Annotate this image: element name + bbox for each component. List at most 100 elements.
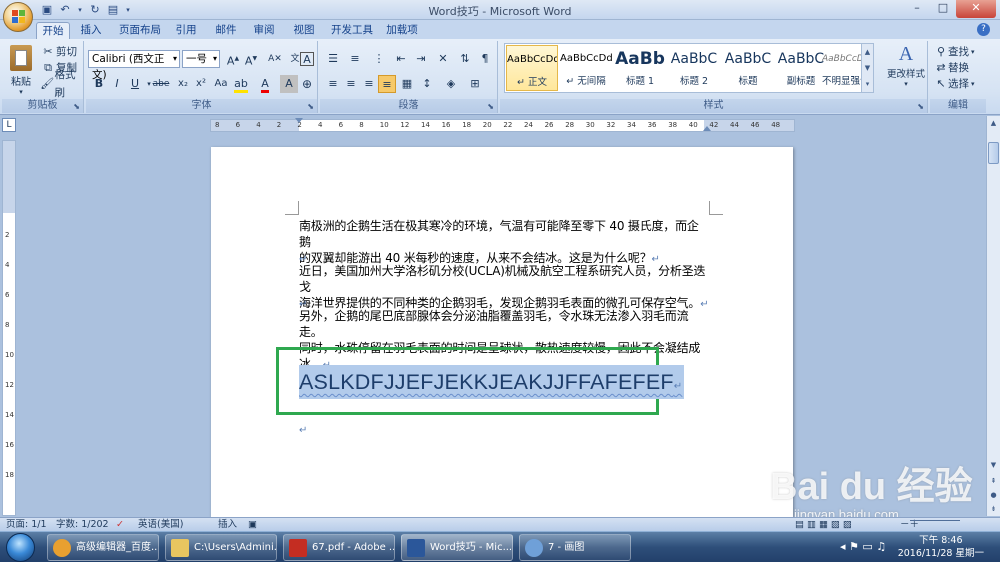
vertical-scrollbar[interactable]: ▲ ▼ ⇞ ● ⇟: [986, 116, 1000, 516]
paragraph-group-label: 段落: [320, 99, 497, 113]
zoom-slider[interactable]: －＋: [900, 519, 960, 531]
numbering-icon[interactable]: ≡: [346, 50, 364, 68]
tab-mailings[interactable]: 邮件: [212, 22, 240, 39]
chinese-layout-icon[interactable]: ✕: [434, 50, 452, 68]
style-title[interactable]: AaBbC 标题: [722, 45, 774, 91]
tab-review[interactable]: 审阅: [250, 22, 278, 39]
help-icon[interactable]: ?: [977, 23, 990, 36]
horizontal-ruler[interactable]: 8 6 4 2 2 4 6 8 10 12 14 16 18 20 22 24 26 28 30 32 34 36 38 40…: [210, 118, 795, 132]
superscript-button[interactable]: x²: [192, 75, 210, 93]
tab-view[interactable]: 视图: [290, 22, 318, 39]
tab-stop-selector[interactable]: L: [2, 118, 16, 132]
tab-insert[interactable]: 插入: [76, 22, 106, 39]
tab-developer[interactable]: 开发工具: [328, 22, 376, 39]
dialog-launcher-icon[interactable]: ⬊: [487, 102, 494, 111]
indent-marker[interactable]: [295, 118, 303, 123]
style-normal[interactable]: AaBbCcDd ↵ 正文: [506, 45, 558, 91]
close-button[interactable]: ✕: [956, 0, 996, 18]
font-color-icon[interactable]: A: [256, 75, 274, 93]
prev-page-icon[interactable]: ⇞: [987, 474, 1000, 488]
minimize-button[interactable]: –: [904, 0, 930, 18]
align-center-icon[interactable]: ≡: [342, 75, 360, 93]
right-indent-marker[interactable]: [703, 126, 711, 131]
tab-home[interactable]: 开始: [36, 22, 70, 39]
folder-icon: [171, 539, 189, 557]
decrease-indent-icon[interactable]: ⇤: [392, 50, 410, 68]
select-button[interactable]: ↖ 选择 ▾: [934, 75, 974, 93]
dialog-launcher-icon[interactable]: ⬊: [917, 102, 924, 111]
select-browse-object-icon[interactable]: ●: [987, 488, 1000, 502]
change-styles-button[interactable]: A 更改样式 ▾: [884, 43, 928, 88]
scroll-up-icon[interactable]: ▲: [987, 116, 1000, 130]
taskbar-item[interactable]: 7 - 画图: [519, 534, 631, 561]
tab-page-layout[interactable]: 页面布局: [116, 22, 164, 39]
justify-icon[interactable]: ≡: [378, 75, 396, 93]
enclose-char-icon[interactable]: ⊕: [298, 75, 316, 93]
grow-font-icon[interactable]: A▲: [224, 50, 242, 68]
font-name-select[interactable]: Calibri (西文正文) ▾: [88, 50, 180, 81]
strikethrough-button[interactable]: abe: [150, 75, 172, 93]
proofing-icon[interactable]: ✓: [116, 519, 124, 531]
format-painter-button[interactable]: 🖌 格式刷: [40, 69, 83, 99]
multilevel-list-icon[interactable]: ⋮: [370, 50, 388, 68]
view-buttons[interactable]: ▤▥▦▧▨: [795, 519, 855, 531]
tray-icons[interactable]: ◂ ⚑ ▭ ♫: [840, 540, 886, 553]
taskbar-item[interactable]: Word技巧 - Mic...: [401, 534, 513, 561]
document-page[interactable]: 南极洲的企鹅生活在极其寒冷的环境，气温有可能降至零下 40 摄氏度，而企鹅 的双…: [211, 147, 793, 517]
increase-indent-icon[interactable]: ⇥: [412, 50, 430, 68]
shrink-font-icon[interactable]: A▼: [242, 50, 260, 68]
taskbar-item[interactable]: 67.pdf - Adobe ...: [283, 534, 395, 561]
style-subtle-emphasis[interactable]: AaBbCcDd 不明显强调: [822, 45, 862, 91]
office-button[interactable]: [3, 2, 33, 32]
style-subtitle[interactable]: AaBbC 副标题: [775, 45, 827, 91]
sort-icon[interactable]: ⇅: [456, 50, 474, 68]
dialog-launcher-icon[interactable]: ⬊: [73, 102, 80, 111]
taskbar-item[interactable]: 高级编辑器_百度...: [47, 534, 159, 561]
binoculars-icon: ⚲: [936, 45, 946, 58]
scroll-down-icon[interactable]: ▼: [987, 458, 1000, 472]
dialog-launcher-icon[interactable]: ⬊: [307, 102, 314, 111]
macro-icon[interactable]: ▣: [248, 519, 257, 531]
clock[interactable]: 下午 8:46 2016/11/28 星期一: [898, 534, 984, 560]
status-words[interactable]: 字数: 1/202: [56, 519, 109, 531]
align-right-icon[interactable]: ≡: [360, 75, 378, 93]
subscript-button[interactable]: x₂: [174, 75, 192, 93]
clear-format-icon[interactable]: A✕: [266, 50, 284, 68]
select-label: 选择: [948, 78, 969, 90]
font-size-select[interactable]: 一号 ▾: [182, 50, 220, 68]
next-page-icon[interactable]: ⇟: [987, 502, 1000, 516]
style-heading-1[interactable]: AaBb 标题 1: [614, 45, 666, 91]
styles-group-label: 样式: [500, 99, 927, 113]
selected-text[interactable]: ASLKDFJJEFJEKKJEAKJJFFAFEFEF↵: [299, 365, 685, 399]
change-case-button[interactable]: Aa: [210, 75, 232, 93]
vertical-ruler[interactable]: 2 4 6 8 10 12 14 16 18: [2, 140, 16, 516]
show-marks-icon[interactable]: ¶: [476, 50, 494, 68]
status-language[interactable]: 英语(美国): [138, 519, 183, 531]
italic-button[interactable]: I: [108, 75, 126, 93]
paste-button[interactable]: 粘贴 ▾: [6, 43, 36, 96]
char-shading-icon[interactable]: A: [280, 75, 298, 93]
highlight-icon[interactable]: ab: [232, 75, 250, 93]
scroll-thumb[interactable]: [988, 142, 999, 164]
borders-icon[interactable]: ⊞: [466, 75, 484, 93]
style-heading-2[interactable]: AaBbC 标题 2: [668, 45, 720, 91]
gallery-scroll[interactable]: ▲ ▼ ▾: [861, 44, 873, 92]
ruler-tick-label: 6: [338, 121, 344, 129]
bold-button[interactable]: B: [90, 75, 108, 93]
start-button[interactable]: [2, 532, 40, 562]
shading-icon[interactable]: ◈: [442, 75, 460, 93]
empty-paragraph[interactable]: ↵: [299, 421, 709, 439]
distributed-icon[interactable]: ▦: [398, 75, 416, 93]
watermark-logo: Bai du 经验: [770, 466, 973, 508]
bullets-icon[interactable]: ☰: [324, 50, 342, 68]
status-page[interactable]: 页面: 1/1: [6, 519, 47, 531]
align-left-icon[interactable]: ≡: [324, 75, 342, 93]
status-mode[interactable]: 插入: [218, 519, 237, 531]
char-border-icon[interactable]: A: [300, 52, 314, 66]
style-no-spacing[interactable]: AaBbCcDd ↵ 无间隔: [560, 45, 612, 91]
maximize-button[interactable]: □: [930, 0, 956, 18]
tab-addins[interactable]: 加载项: [384, 22, 420, 39]
line-spacing-icon[interactable]: ↕: [418, 75, 436, 93]
taskbar-item[interactable]: C:\Users\Admini...: [165, 534, 277, 561]
tab-references[interactable]: 引用: [172, 22, 200, 39]
